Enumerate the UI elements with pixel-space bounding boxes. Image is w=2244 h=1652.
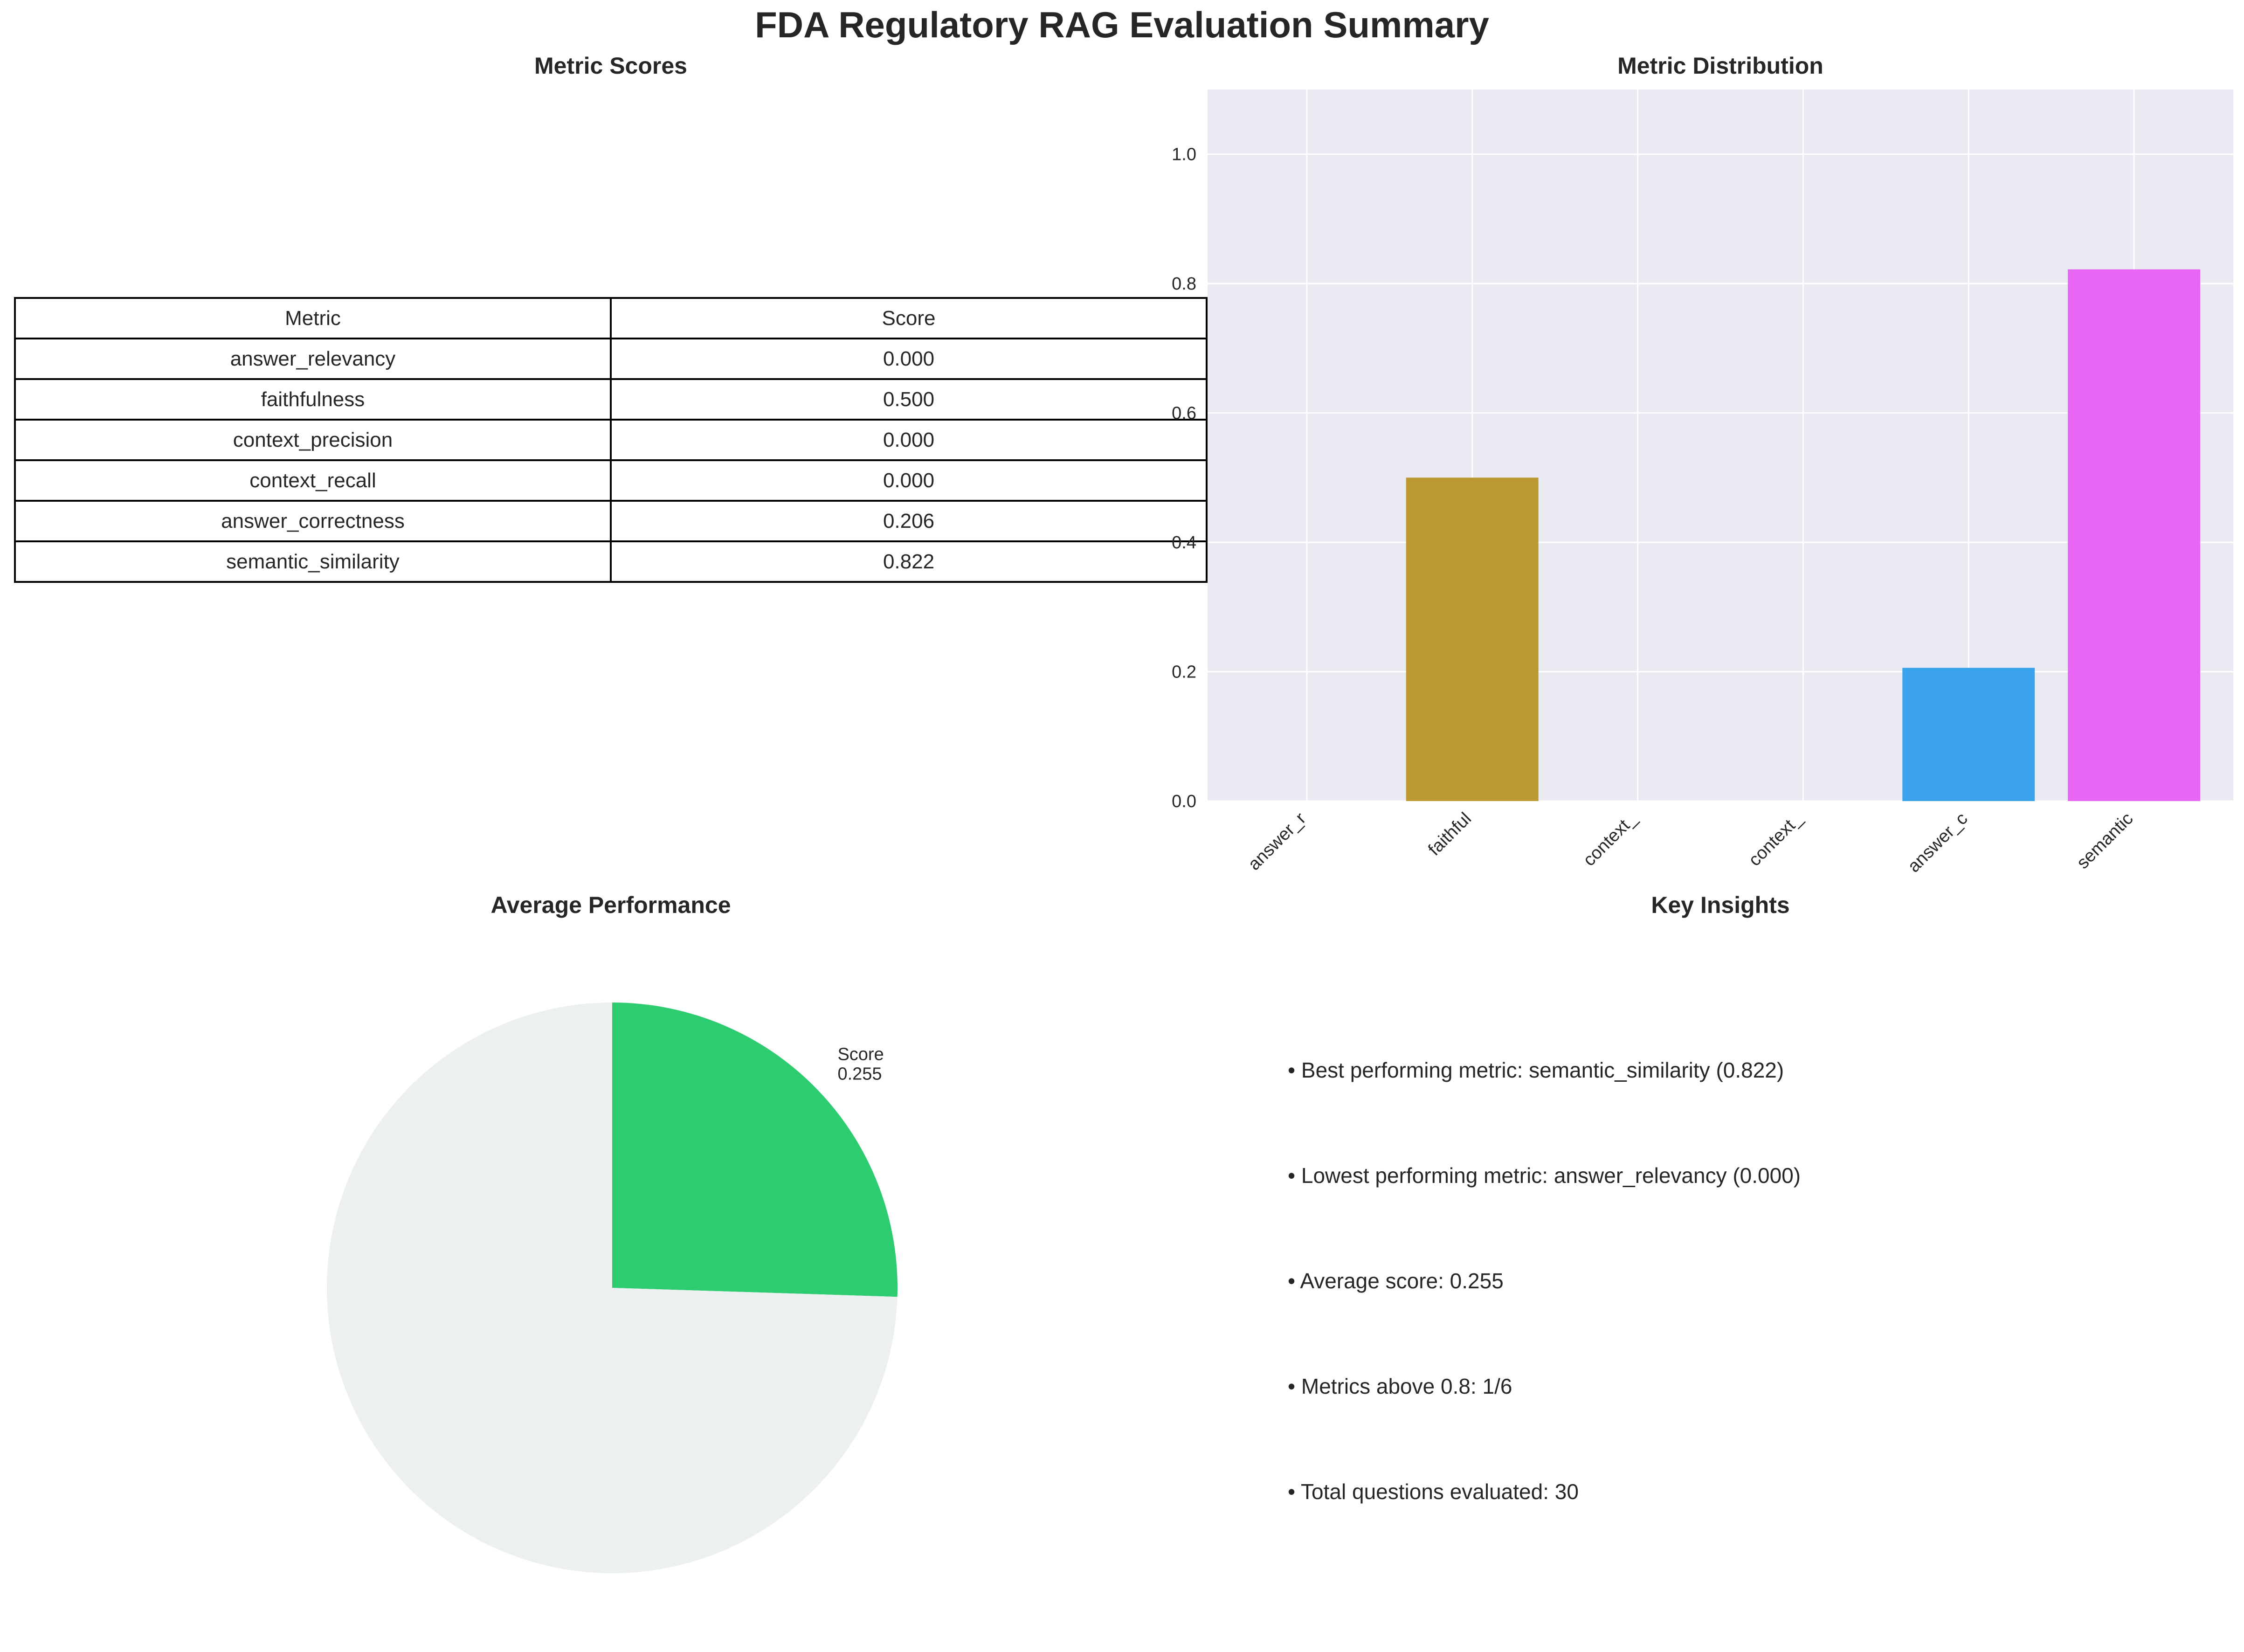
insight-average-score: • Average score: 0.255	[1288, 1269, 1504, 1293]
insight-metrics-above-threshold: • Metrics above 0.8: 1/6	[1288, 1374, 1512, 1398]
insight-lowest-metric: • Lowest performing metric: answer_relev…	[1288, 1163, 1801, 1188]
insight-best-metric: • Best performing metric: semantic_simil…	[1288, 1058, 1784, 1082]
average-performance-pie: Score 0.255	[327, 1002, 898, 1573]
pie-slice-label: Score 0.255	[837, 1045, 884, 1084]
insight-total-questions: • Total questions evaluated: 30	[1288, 1479, 1579, 1504]
insights-panel-title: Key Insights	[1651, 892, 1790, 918]
